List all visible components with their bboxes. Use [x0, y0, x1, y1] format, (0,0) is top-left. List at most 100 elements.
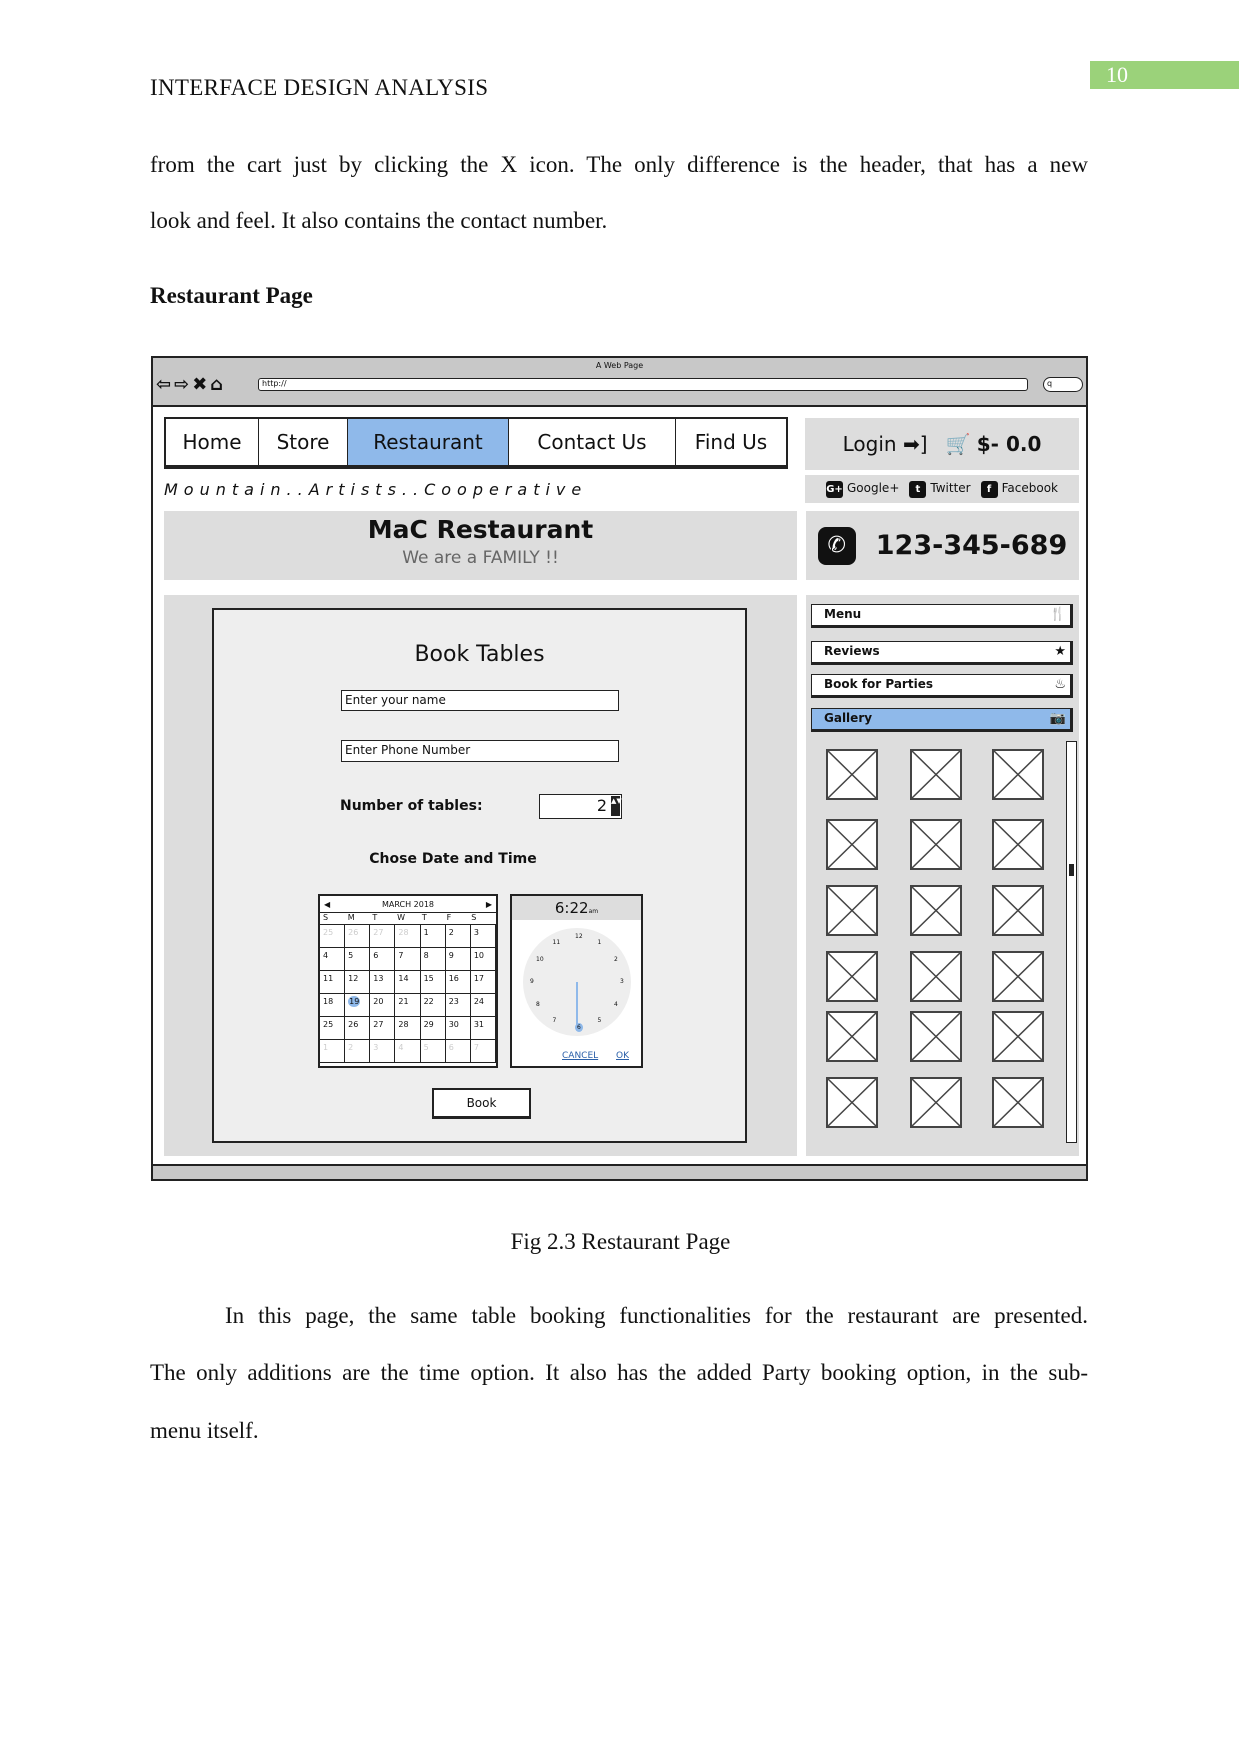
clock-hour[interactable]: 11: [553, 939, 561, 946]
calendar-day[interactable]: 30: [445, 1017, 471, 1040]
menu-item-gallery[interactable]: Gallery 📷: [811, 708, 1073, 732]
calendar-day[interactable]: 8: [420, 948, 446, 971]
gallery-scrollbar[interactable]: [1066, 741, 1077, 1143]
search-icon[interactable]: q: [1043, 377, 1083, 392]
calendar-day[interactable]: 10: [470, 948, 496, 971]
calendar-day[interactable]: 17: [470, 971, 496, 994]
calendar-day[interactable]: 3: [470, 925, 496, 948]
calendar-day[interactable]: 1: [420, 925, 446, 948]
calendar-day[interactable]: 12: [345, 971, 371, 994]
calendar-day[interactable]: 26: [345, 1017, 371, 1040]
calendar-day[interactable]: 15: [420, 971, 446, 994]
gallery-image-placeholder[interactable]: [992, 1077, 1044, 1128]
back-icon[interactable]: ⇦: [156, 374, 174, 395]
calendar-day[interactable]: 22: [420, 994, 446, 1017]
calendar-day[interactable]: 9: [445, 948, 471, 971]
clock-hour[interactable]: 5: [598, 1017, 602, 1024]
gallery-image-placeholder[interactable]: [992, 1011, 1044, 1062]
calendar-day[interactable]: 20: [370, 994, 396, 1017]
menu-item-reviews[interactable]: Reviews ★: [811, 641, 1073, 665]
clock-hour[interactable]: 8: [536, 1001, 540, 1008]
clock-hour[interactable]: 6: [575, 1023, 583, 1032]
gallery-image-placeholder[interactable]: [910, 1011, 962, 1062]
gallery-image-placeholder[interactable]: [910, 951, 962, 1002]
calendar-day[interactable]: 2: [445, 925, 471, 948]
gallery-image-placeholder[interactable]: [826, 1011, 878, 1062]
tab-store[interactable]: Store: [259, 419, 348, 465]
time-picker[interactable]: 6:22am 12 1 2 3 4 5 6 7 8 9 10 11 CANCEL OK: [510, 894, 643, 1068]
scrollbar-thumb[interactable]: [1069, 864, 1074, 876]
clock-hour[interactable]: 4: [614, 1001, 618, 1008]
clock-hour[interactable]: 10: [536, 956, 544, 963]
calendar-day[interactable]: 27: [370, 925, 396, 948]
calendar-day[interactable]: 3: [370, 1040, 396, 1063]
gallery-image-placeholder[interactable]: [992, 819, 1044, 870]
login-button[interactable]: Login ➡]: [843, 432, 928, 456]
gallery-image-placeholder[interactable]: [910, 749, 962, 800]
ok-button[interactable]: OK: [616, 1051, 629, 1061]
gallery-image-placeholder[interactable]: [826, 1077, 878, 1128]
calendar-day[interactable]: 25: [320, 925, 346, 948]
clock-hour[interactable]: 2: [614, 956, 618, 963]
name-input[interactable]: Enter your name: [341, 690, 619, 711]
calendar-day[interactable]: 5: [345, 948, 371, 971]
twitter-link[interactable]: t Twitter: [909, 480, 971, 498]
calendar-day[interactable]: 31: [470, 1017, 496, 1040]
calendar-day[interactable]: 4: [395, 1040, 421, 1063]
stepper-arrows-icon[interactable]: ▲▼: [611, 796, 622, 816]
menu-item-book-for-parties[interactable]: Book for Parties ♨: [811, 674, 1073, 698]
calendar-day[interactable]: 25: [320, 1017, 346, 1040]
gallery-image-placeholder[interactable]: [910, 819, 962, 870]
calendar-day[interactable]: 5: [420, 1040, 446, 1063]
clock-face[interactable]: 12 1 2 3 4 5 6 7 8 9 10 11: [523, 928, 631, 1036]
clock-hour[interactable]: 12: [575, 933, 583, 940]
url-field[interactable]: http://: [258, 378, 1028, 391]
gallery-image-placeholder[interactable]: [910, 1077, 962, 1128]
cart-button[interactable]: 🛒 $- 0.0: [946, 432, 1042, 456]
gallery-image-placeholder[interactable]: [992, 951, 1044, 1002]
calendar-day[interactable]: 28: [395, 1017, 421, 1040]
gallery-image-placeholder[interactable]: [826, 951, 878, 1002]
clock-hour[interactable]: 9: [530, 978, 534, 985]
calendar-day[interactable]: 23: [445, 994, 471, 1017]
gallery-image-placeholder[interactable]: [826, 749, 878, 800]
facebook-link[interactable]: f Facebook: [980, 480, 1058, 498]
tab-home[interactable]: Home: [166, 419, 259, 465]
calendar-day[interactable]: 6: [370, 948, 396, 971]
gallery-image-placeholder[interactable]: [992, 885, 1044, 936]
calendar-day[interactable]: 27: [370, 1017, 396, 1040]
date-picker[interactable]: ◀ MARCH 2018 ▶ SMTWTFS 25 26 27 28 1 2 3 4 5 6 7 8 9 10…: [318, 894, 498, 1068]
calendar-day[interactable]: 4: [320, 948, 346, 971]
tables-stepper[interactable]: 2 ▲▼: [539, 794, 622, 819]
tab-contact-us[interactable]: Contact Us: [509, 419, 676, 465]
close-icon[interactable]: ✖: [192, 374, 210, 395]
gallery-image-placeholder[interactable]: [910, 885, 962, 936]
next-month-icon[interactable]: ▶: [486, 900, 492, 909]
calendar-day[interactable]: 13: [370, 971, 396, 994]
google-plus-link[interactable]: G+ Google+: [826, 480, 899, 498]
menu-item-menu[interactable]: Menu 🍴: [811, 604, 1073, 628]
calendar-day[interactable]: 26: [345, 925, 371, 948]
prev-month-icon[interactable]: ◀: [324, 900, 330, 909]
calendar-day[interactable]: 16: [445, 971, 471, 994]
calendar-day[interactable]: 24: [470, 994, 496, 1017]
calendar-day[interactable]: 18: [320, 994, 346, 1017]
clock-hour[interactable]: 3: [620, 978, 624, 985]
calendar-day[interactable]: 29: [420, 1017, 446, 1040]
calendar-day[interactable]: 1: [320, 1040, 346, 1063]
calendar-day[interactable]: 7: [470, 1040, 496, 1063]
clock-hour[interactable]: 7: [553, 1017, 557, 1024]
calendar-day[interactable]: 19: [345, 994, 371, 1017]
calendar-day[interactable]: 6: [445, 1040, 471, 1063]
tab-restaurant[interactable]: Restaurant: [348, 419, 509, 465]
gallery-image-placeholder[interactable]: [992, 749, 1044, 800]
forward-icon[interactable]: ⇨: [174, 374, 192, 395]
home-icon[interactable]: ⌂: [210, 374, 226, 395]
calendar-day[interactable]: 28: [395, 925, 421, 948]
gallery-image-placeholder[interactable]: [826, 819, 878, 870]
book-button[interactable]: Book: [432, 1088, 531, 1119]
clock-hour[interactable]: 1: [598, 939, 602, 946]
calendar-day[interactable]: 11: [320, 971, 346, 994]
calendar-day[interactable]: 7: [395, 948, 421, 971]
phone-input[interactable]: Enter Phone Number: [341, 740, 619, 762]
